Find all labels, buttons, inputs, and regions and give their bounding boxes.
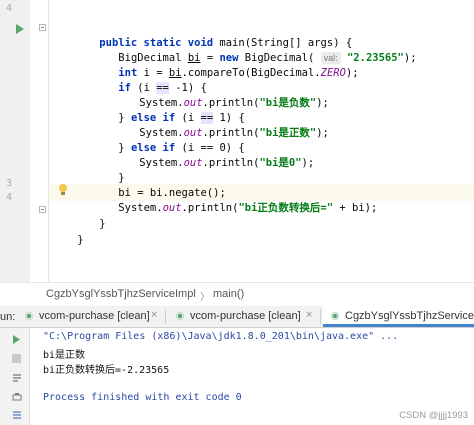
breadcrumb-method[interactable]: main() bbox=[213, 288, 244, 300]
console-output-line: bi正负数转换后=-2.23565 bbox=[43, 365, 170, 376]
line-number: 4 bbox=[5, 192, 12, 203]
console-output-line: bi是正数 bbox=[43, 350, 86, 361]
run-tool-window-header: un: vcom-purchase [clean] × vcom-purchas… bbox=[0, 306, 474, 328]
run-tab-active[interactable]: CgzbYsglYssbTjhzServiceImi bbox=[323, 306, 474, 327]
run-tab-label: CgzbYsglYssbTjhzServiceImi bbox=[345, 310, 474, 322]
console-toolbar bbox=[0, 328, 30, 425]
run-icon[interactable] bbox=[16, 24, 24, 34]
run-config-icon bbox=[331, 312, 339, 320]
code-line: System.out.println("bi正负数转换后=" + bi); bbox=[118, 202, 378, 214]
editor-gutter: 4 3 4 bbox=[0, 0, 30, 282]
line-number: 3 bbox=[5, 178, 12, 189]
run-tab-label: vcom-purchase [clean] bbox=[39, 310, 150, 322]
run-label: un: bbox=[0, 311, 16, 323]
fold-icon[interactable] bbox=[39, 206, 46, 213]
pin-icon[interactable] bbox=[12, 410, 22, 420]
run-config-icon bbox=[176, 312, 184, 320]
fold-icon[interactable] bbox=[39, 24, 46, 31]
run-tab[interactable]: vcom-purchase [clean] × bbox=[168, 306, 318, 327]
watermark: CSDN @jjjj1993 bbox=[399, 410, 468, 421]
breadcrumb-class[interactable]: CgzbYsglYssbTjhzServiceImpl bbox=[46, 288, 196, 300]
gutter-separator bbox=[48, 0, 49, 282]
scroll-icon[interactable] bbox=[12, 373, 22, 383]
breadcrumb-separator: 〉 bbox=[200, 292, 210, 303]
print-icon[interactable] bbox=[12, 392, 22, 402]
run-tab[interactable]: vcom-purchase [clean] × bbox=[17, 306, 163, 327]
console-exit-line: Process finished with exit code 0 bbox=[43, 392, 242, 403]
close-icon[interactable]: × bbox=[151, 309, 157, 321]
code-editor[interactable]: 4 3 4 public static void main(String[] a… bbox=[0, 0, 474, 282]
breadcrumb: CgzbYsglYssbTjhzServiceImpl 〉 main() bbox=[0, 282, 474, 306]
line-number: 4 bbox=[5, 3, 12, 14]
close-icon[interactable]: × bbox=[306, 309, 312, 321]
console-command-line: "C:\Program Files (x86)\Java\jdk1.8.0_20… bbox=[43, 331, 399, 342]
lightbulb-icon[interactable] bbox=[58, 184, 67, 195]
code-line: } bbox=[77, 234, 84, 246]
run-config-icon bbox=[25, 312, 33, 320]
rerun-icon[interactable] bbox=[12, 334, 21, 345]
tab-separator bbox=[320, 309, 321, 324]
run-tab-label: vcom-purchase [clean] bbox=[190, 310, 301, 322]
stop-icon[interactable] bbox=[12, 354, 21, 363]
tab-separator bbox=[165, 309, 166, 324]
